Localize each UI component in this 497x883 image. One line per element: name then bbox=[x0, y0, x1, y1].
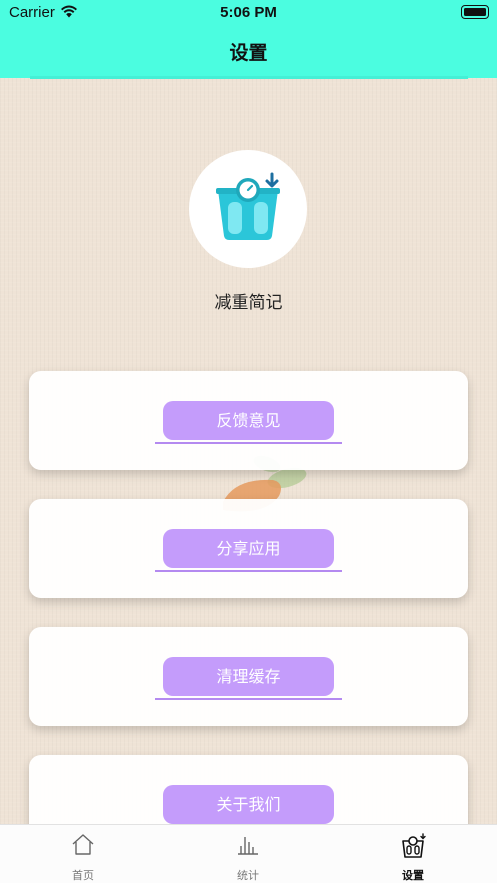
status-time: 5:06 PM bbox=[220, 4, 277, 21]
chart-icon bbox=[238, 837, 258, 855]
clear-cache-card: 清理缓存 bbox=[29, 627, 468, 726]
home-icon bbox=[72, 834, 94, 855]
share-app-button[interactable]: 分享应用 bbox=[163, 529, 334, 568]
app-name: 减重简记 bbox=[214, 293, 283, 313]
header-divider bbox=[30, 76, 468, 79]
feedback-card: 反馈意见 bbox=[29, 371, 468, 470]
tab-bar: 首页 统计 设置 bbox=[0, 824, 497, 883]
tab-stats-label: 统计 bbox=[237, 869, 259, 882]
page-title: 设置 bbox=[229, 42, 268, 64]
card-underline bbox=[155, 442, 342, 444]
card-underline bbox=[155, 570, 342, 572]
tab-settings-label: 设置 bbox=[402, 869, 424, 882]
scale-icon bbox=[402, 833, 426, 858]
about-us-button[interactable]: 关于我们 bbox=[163, 785, 334, 824]
app-logo bbox=[189, 150, 307, 268]
scale-icon bbox=[216, 172, 280, 240]
share-card: 分享应用 bbox=[29, 499, 468, 598]
tab-home-label: 首页 bbox=[72, 869, 94, 882]
feedback-button[interactable]: 反馈意见 bbox=[163, 401, 334, 440]
clear-cache-button[interactable]: 清理缓存 bbox=[163, 657, 334, 696]
battery-icon bbox=[461, 5, 489, 19]
tab-home[interactable]: 首页 bbox=[33, 825, 133, 883]
status-bar: Carrier 5:06 PM bbox=[0, 0, 497, 26]
card-underline bbox=[155, 698, 342, 700]
tab-stats[interactable]: 统计 bbox=[198, 825, 298, 883]
tab-settings[interactable]: 设置 bbox=[363, 825, 463, 883]
